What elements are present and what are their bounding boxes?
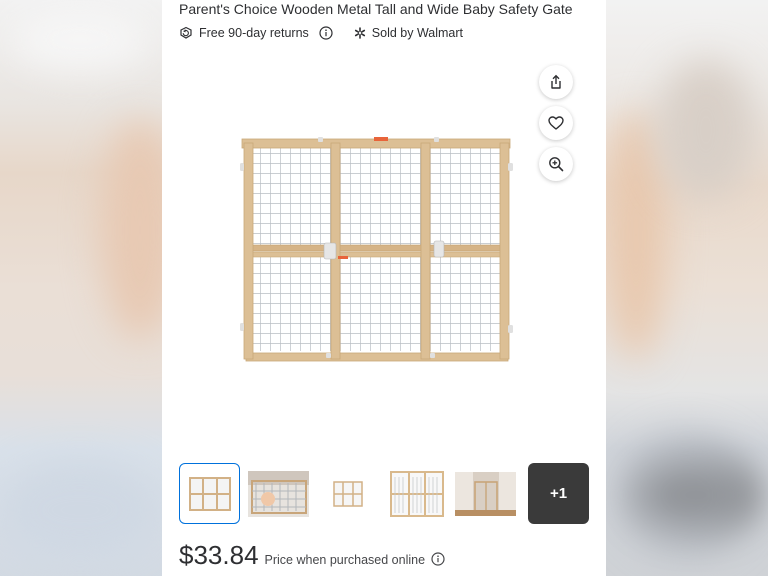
price: $33.84 [179, 540, 259, 570]
price-row: $33.84 Price when purchased online [179, 540, 445, 571]
returns-icon [179, 26, 193, 40]
baby-gate-image [240, 137, 513, 362]
right-blurred-background [606, 0, 768, 576]
product-panel: Parent's Choice Wooden Metal Tall and Wi… [162, 0, 606, 576]
returns-label: Free 90-day returns [199, 26, 309, 40]
thumbnail-2[interactable] [248, 463, 309, 524]
share-button[interactable] [539, 65, 573, 99]
favorite-button[interactable] [539, 106, 573, 140]
thumbnail-5[interactable] [455, 463, 516, 524]
returns-info[interactable]: Free 90-day returns [179, 26, 333, 40]
sold-by-label: Sold by Walmart [371, 26, 464, 40]
product-title[interactable]: Parent's Choice Wooden Metal Tall and Wi… [179, 0, 573, 18]
product-main-image[interactable] [240, 133, 516, 365]
thumbnail-4[interactable] [386, 463, 447, 524]
thumbnail-gate-in-use-image [248, 470, 309, 517]
sold-by-info: Sold by Walmart [354, 26, 463, 40]
thumbnail-3[interactable] [317, 463, 378, 524]
thumbnail-gate-doorway-image [455, 471, 516, 516]
price-info-icon[interactable] [431, 552, 445, 571]
left-blurred-background [0, 0, 162, 576]
fulfillment-info: Free 90-day returns Sold by Walmart [179, 24, 463, 42]
thumbnail-gate-small-image [332, 480, 363, 507]
zoom-button[interactable] [539, 147, 573, 181]
thumbnail-1[interactable] [179, 463, 240, 524]
returns-info-icon[interactable] [319, 26, 333, 40]
price-note: Price when purchased online [264, 553, 426, 567]
more-thumbnails-label: +1 [549, 485, 568, 502]
more-thumbnails-button[interactable]: +1 [528, 463, 589, 524]
walmart-spark-icon [354, 27, 366, 39]
zoom-in-icon [549, 157, 564, 172]
thumbnail-gate-angle-image [389, 470, 444, 517]
share-icon [551, 74, 561, 89]
heart-icon [548, 116, 564, 130]
thumbnail-gate-front-image [188, 476, 231, 511]
